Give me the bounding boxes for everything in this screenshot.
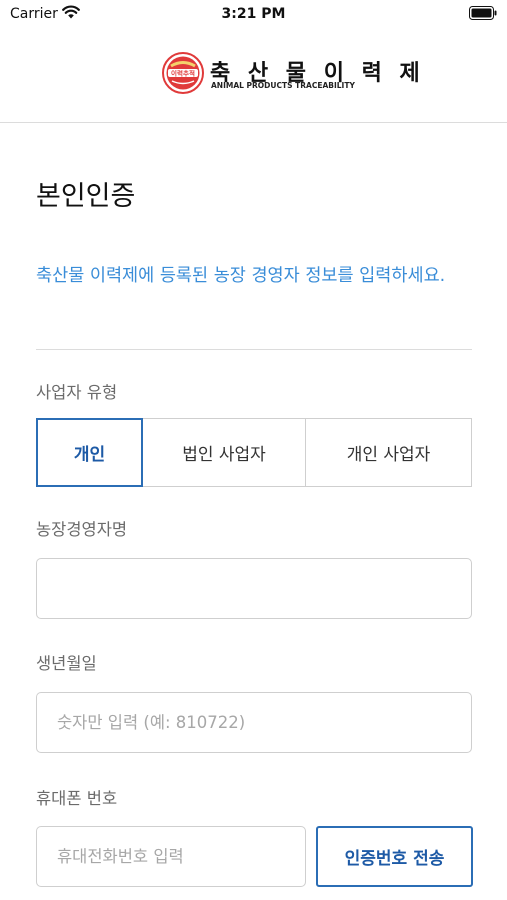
instruction-text: 축산물 이력제에 등록된 농장 경영자 정보를 입력하세요. [36,266,446,286]
page-title: 본인인증 [36,181,136,212]
logo-subtitle: ANIMAL PRODUCTS TRACEABILITY [211,81,355,90]
phone-label: 휴대폰 번호 [36,789,118,808]
divider [36,349,472,350]
battery-icon [469,6,497,20]
business-type-selector: 개인 법인 사업자 개인 사업자 [36,418,472,487]
farm-manager-name-input[interactable] [36,558,472,619]
birth-date-label: 생년월일 [36,654,97,673]
business-type-option-individual[interactable]: 개인 [36,418,143,487]
seal-text: 이력추적 [171,69,195,78]
birth-date-input[interactable] [36,692,472,753]
farm-manager-name-label: 농장경영자명 [36,520,128,539]
phone-input[interactable] [36,826,306,887]
business-type-label: 사업자 유형 [36,383,118,402]
traceability-seal-logo: 이력추적 [162,52,204,94]
app-header: 이력추적 축 산 물 이 력 제 ANIMAL PRODUCTS TRACEAB… [0,30,507,123]
business-type-option-sole-proprietor[interactable]: 개인 사업자 [305,418,472,487]
business-type-option-corporate[interactable]: 법인 사업자 [142,418,306,487]
status-bar: Carrier 3:21 PM [0,0,507,30]
send-verification-code-button[interactable]: 인증번호 전송 [316,826,473,887]
status-time: 3:21 PM [221,6,286,22]
